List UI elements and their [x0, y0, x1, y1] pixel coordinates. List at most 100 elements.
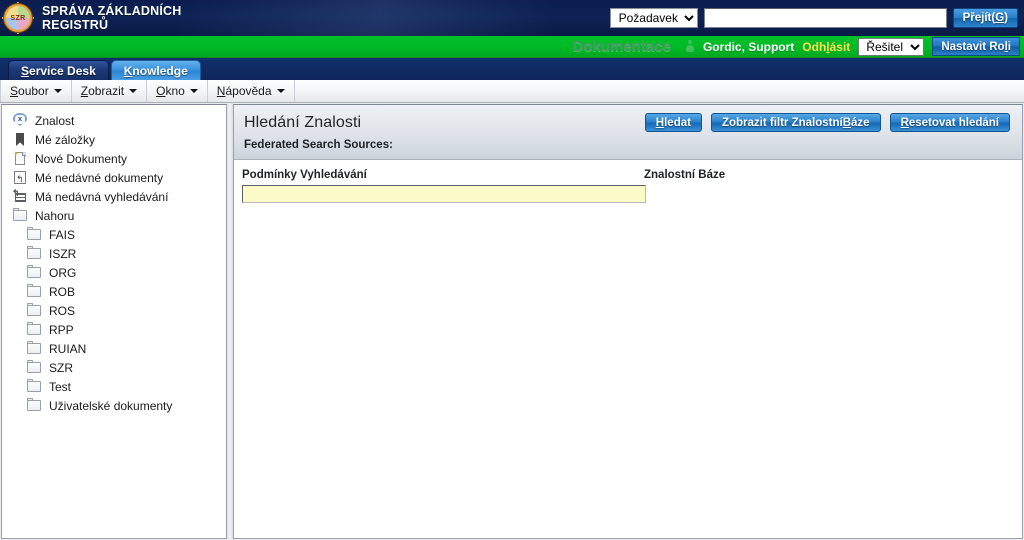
menu-item-napoveda-label: Nápověda	[217, 84, 272, 98]
search-button-post: ledat	[664, 116, 691, 129]
folder-icon	[26, 246, 42, 261]
tree-item-znalost-label: Znalost	[35, 113, 75, 128]
go-button-post: )	[1004, 12, 1008, 24]
menu-item-okno[interactable]: Okno	[147, 80, 208, 102]
recent-search-icon: ↰	[12, 189, 28, 204]
tab-knowledge[interactable]: Knowledge	[110, 60, 201, 80]
tree-item-rob-label: ROB	[49, 284, 76, 299]
role-select[interactable]: Řešitel	[858, 37, 925, 56]
menu-item-zobrazit[interactable]: Zobrazit	[72, 80, 148, 102]
knowledge-base-label: Znalostní Báze	[644, 169, 726, 181]
panel-header-buttons: Hledat Zobrazit filtr Znalostní Báze Res…	[644, 113, 1010, 132]
reset-search-button[interactable]: Resetovat hledání	[889, 113, 1010, 132]
folder-icon	[26, 284, 42, 299]
search-button[interactable]: Hledat	[644, 113, 702, 132]
menu-item-soubor[interactable]: Soubor	[0, 80, 72, 102]
folder-icon	[26, 379, 42, 394]
folder-icon	[26, 322, 42, 337]
tab-service-desk[interactable]: Service Desk	[8, 60, 109, 80]
tree-item-me-nedavne-dokumenty[interactable]: ↰ Mé nedávné dokumenty	[2, 168, 226, 187]
tab-service-desk-accel: S	[21, 63, 30, 78]
folder-icon	[26, 227, 42, 242]
tab-strip: Service Desk Knowledge	[0, 58, 1024, 80]
tree-item-me-zalozky[interactable]: Mé záložky	[2, 130, 226, 149]
bookmark-icon	[12, 132, 28, 147]
tree-item-rpp[interactable]: RPP	[2, 320, 226, 339]
tree-item-fais[interactable]: FAIS	[2, 225, 226, 244]
search-conditions-input[interactable]	[242, 185, 646, 203]
tree-item-ruian[interactable]: RUIAN	[2, 339, 226, 358]
tree-item-org-label: ORG	[49, 265, 77, 280]
tree-item-nahoru[interactable]: Nahoru	[2, 206, 226, 225]
menu-okno-post: kno	[165, 84, 185, 98]
tree-item-rob[interactable]: ROB	[2, 282, 226, 301]
chevron-down-icon	[129, 89, 138, 93]
main-panel: Hledání Znalosti Hledat Zobrazit filtr Z…	[233, 104, 1023, 539]
logout-link[interactable]: Odhlásit	[802, 40, 850, 54]
go-button-accel: G	[995, 12, 1005, 24]
tab-knowledge-post: nowledge	[132, 63, 188, 78]
tree-item-uzivatelske-dokumenty-label: Uživatelské dokumenty	[49, 398, 173, 413]
reset-search-accel: R	[900, 116, 909, 129]
tree-item-nahoru-label: Nahoru	[35, 208, 75, 223]
tree-item-ros[interactable]: ROS	[2, 301, 226, 320]
tree-item-me-nedavne-dokumenty-label: Mé nedávné dokumenty	[35, 170, 164, 185]
tree-item-fais-label: FAIS	[49, 227, 76, 242]
user-icon	[685, 40, 695, 53]
tree-item-uzivatelske-dokumenty[interactable]: Uživatelské dokumenty	[2, 396, 226, 415]
show-kb-filter-button[interactable]: Zobrazit filtr Znalostní Báze	[710, 113, 881, 132]
panel-body: Podmínky Vyhledávání Znalostní Báze	[234, 160, 1022, 538]
menu-item-zobrazit-label: Zobrazit	[81, 84, 124, 98]
navigation-tree: x Znalost Mé záložky ✦ Nové Dokumenty ↰ …	[1, 104, 227, 539]
tree-item-iszr-label: ISZR	[49, 246, 77, 261]
tree-item-me-zalozky-label: Mé záložky	[35, 132, 96, 147]
tree-item-ma-nedavna-vyhledavani[interactable]: ↰ Má nedávná vyhledávání	[2, 187, 226, 206]
status-bar: Dokumentace Gordic, Support Odhlásit Řeš…	[0, 36, 1024, 58]
menu-zobrazit-accel: Z	[80, 84, 89, 98]
show-kb-filter-post: áze	[851, 116, 870, 129]
documentation-label: Dokumentace	[572, 38, 671, 55]
panel-header-row: Hledání Znalosti Hledat Zobrazit filtr Z…	[244, 113, 1010, 132]
federated-search-sources-label: Federated Search Sources:	[244, 139, 393, 151]
set-role-button[interactable]: Nastavit Ro l i	[932, 37, 1020, 56]
menu-bar-filler	[295, 80, 1024, 102]
knowledge-badge-icon: x	[12, 113, 28, 128]
tree-item-ros-label: ROS	[49, 303, 76, 318]
tree-item-org[interactable]: ORG	[2, 263, 226, 282]
reset-search-post: esetovat hledání	[908, 116, 999, 129]
request-type-select[interactable]: Požadavek	[609, 8, 698, 28]
logo-wrap: SZR	[0, 0, 36, 36]
menu-soubor-post: oubor	[18, 84, 49, 98]
menu-bar: Soubor Zobrazit Okno Nápověda	[0, 80, 1024, 103]
app-banner: SZR SPRÁVA ZÁKLADNÍCH REGISTRŮ Požadavek…	[0, 0, 1024, 36]
tree-item-znalost[interactable]: x Znalost	[2, 111, 226, 130]
global-search-input[interactable]	[703, 8, 947, 28]
menu-napoveda-post: ápověda	[225, 84, 272, 98]
tree-item-szr-label: SZR	[49, 360, 73, 375]
search-conditions-column: Podmínky Vyhledávání	[234, 169, 646, 203]
go-button-pre: Přejít(	[962, 12, 996, 24]
logout-post: ásit	[829, 39, 851, 54]
search-button-accel: H	[655, 116, 665, 129]
menu-zobrazit-post: obrazit	[88, 84, 125, 98]
knowledge-base-column: Znalostní Báze	[644, 169, 725, 185]
tree-item-iszr[interactable]: ISZR	[2, 244, 226, 263]
go-button[interactable]: Přejít(G)	[952, 8, 1018, 28]
show-kb-filter-accel: B	[842, 116, 852, 129]
tree-item-nove-dokumenty[interactable]: ✦ Nové Dokumenty	[2, 149, 226, 168]
tree-item-test[interactable]: Test	[2, 377, 226, 396]
menu-item-napoveda[interactable]: Nápověda	[208, 80, 295, 102]
set-role-pre: Nastavit Ro	[941, 40, 1005, 53]
folder-icon	[12, 208, 28, 223]
tree-item-rpp-label: RPP	[49, 322, 74, 337]
banner-sheen	[180, 0, 680, 36]
chevron-down-icon	[189, 89, 198, 93]
folder-icon	[26, 398, 42, 413]
tree-item-test-label: Test	[49, 379, 72, 394]
chevron-down-icon	[53, 89, 62, 93]
panel-header: Hledání Znalosti Hledat Zobrazit filtr Z…	[234, 105, 1022, 160]
app-title-line1: SPRÁVA ZÁKLADNÍCH	[42, 4, 182, 18]
chevron-down-icon	[276, 89, 285, 93]
search-conditions-label: Podmínky Vyhledávání	[242, 169, 367, 181]
tree-item-szr[interactable]: SZR	[2, 358, 226, 377]
